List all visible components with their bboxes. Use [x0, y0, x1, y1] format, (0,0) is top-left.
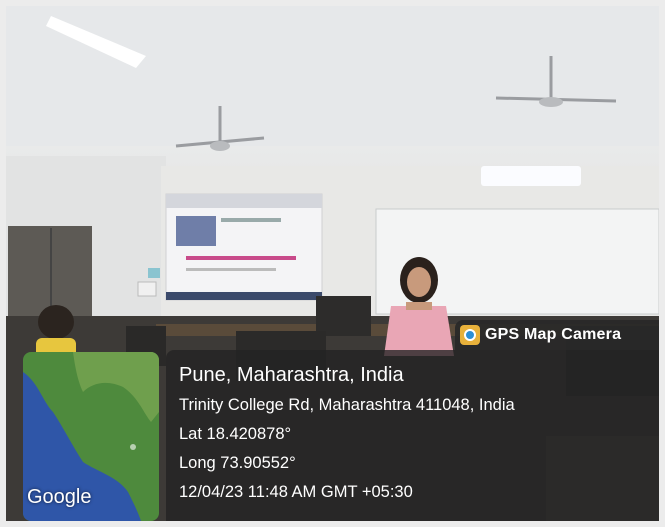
gps-camera-icon [460, 325, 480, 345]
longitude: Long 73.90552° [179, 454, 296, 472]
location-info-panel: Pune, Maharashtra, India Trinity College… [166, 350, 659, 521]
photo-frame: GPS Map Camera Google Pune, Maharashtra,… [0, 0, 665, 527]
gps-map-camera-badge: GPS Map Camera [455, 320, 659, 350]
badge-label: GPS Map Camera [485, 326, 622, 343]
google-logo: Google [27, 486, 92, 508]
timestamp: 12/04/23 11:48 AM GMT +05:30 [179, 483, 413, 501]
latitude: Lat 18.420878° [179, 425, 292, 443]
map-thumbnail: Google [23, 352, 159, 521]
address-line: Trinity College Rd, Maharashtra 411048, … [179, 396, 515, 414]
location-title: Pune, Maharashtra, India [179, 364, 404, 386]
